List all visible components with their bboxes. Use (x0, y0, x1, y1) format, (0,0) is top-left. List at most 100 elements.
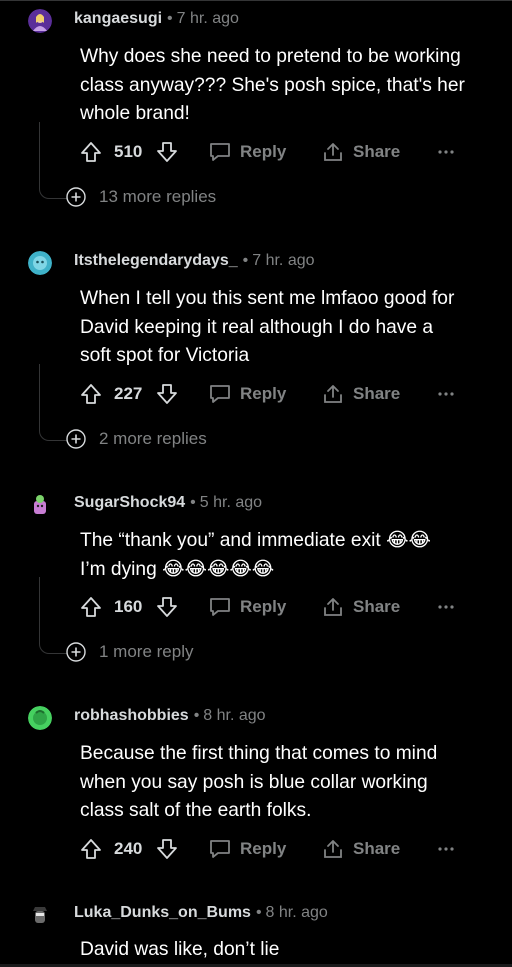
comment-actions: 510 Reply Share (80, 140, 480, 164)
downvote-button[interactable] (156, 595, 178, 619)
comment-body: David was like, don’t lie (80, 936, 480, 965)
upvote-button[interactable] (80, 382, 102, 406)
reply-button[interactable]: Reply (208, 382, 286, 406)
share-button[interactable]: Share (322, 595, 400, 619)
comment-body: Why does she need to pretend to be worki… (80, 43, 480, 129)
share-icon (324, 385, 342, 403)
body-line: Because the first thing that comes to mi… (80, 743, 438, 764)
share-icon (324, 143, 342, 161)
timestamp: 8 hr. ago (265, 904, 328, 921)
body-line: The “thank you” and immediate exit 😂😂 (80, 530, 431, 551)
upvote-icon (81, 597, 101, 617)
downvote-button[interactable] (156, 382, 178, 406)
share-label: Share (353, 384, 401, 403)
separator-dot: • (242, 252, 249, 269)
downvote-button[interactable] (156, 837, 178, 861)
share-button[interactable]: Share (322, 837, 400, 861)
body-line: class anyway??? She's posh spice, that's… (80, 74, 465, 96)
upvote-icon (81, 839, 101, 859)
share-icon (324, 840, 342, 858)
body-line: Why does she need to pretend to be worki… (80, 46, 461, 67)
upvote-icon (81, 142, 101, 162)
more-replies-button[interactable]: 1 more reply (66, 641, 193, 663)
body-line: I’m dying 😂😂😂😂😂 (80, 558, 275, 580)
share-label: Share (353, 839, 401, 858)
body-line: David was like, don’t lie (80, 939, 280, 960)
vote-score: 240 (114, 839, 143, 858)
more-replies-label: 1 more reply (99, 642, 194, 661)
separator-dot: • (167, 10, 173, 27)
thread-line[interactable] (39, 122, 68, 199)
more-replies-button[interactable]: 2 more replies (66, 428, 207, 450)
more-options-button[interactable] (438, 140, 454, 164)
username[interactable]: SugarShock94 (74, 494, 185, 511)
share-button[interactable]: Share (322, 382, 400, 406)
avatar[interactable] (28, 493, 52, 517)
username[interactable]: Luka_Dunks_on_Bums (74, 904, 251, 921)
upvote-button[interactable] (80, 837, 102, 861)
reply-button[interactable]: Reply (208, 595, 286, 619)
downvote-button[interactable] (156, 140, 178, 164)
timestamp: 7 hr. ago (176, 10, 239, 27)
downvote-icon (157, 384, 177, 404)
reply-button[interactable]: Reply (208, 837, 286, 861)
top-divider (0, 0, 512, 1)
avatar[interactable] (28, 9, 52, 33)
reply-button[interactable]: Reply (208, 140, 286, 164)
upvote-button[interactable] (80, 140, 102, 164)
timestamp: 7 hr. ago (252, 252, 315, 269)
expand-plus-icon (66, 429, 86, 449)
comment-body: The “thank you” and immediate exit 😂😂 I’… (80, 527, 480, 584)
more-replies-button[interactable]: 13 more replies (66, 186, 216, 208)
vote-score: 510 (114, 142, 143, 161)
more-replies-label: 2 more replies (99, 429, 207, 448)
avatar[interactable] (28, 902, 52, 926)
username[interactable]: Itsthelegendarydays_ (74, 252, 238, 269)
comment-meta: Luka_Dunks_on_Bums • 8 hr. ago (74, 904, 328, 922)
comment-actions: 240 Reply Share (80, 837, 480, 861)
body-line: whole brand! (80, 103, 190, 124)
comment-body: Because the first thing that comes to mi… (80, 740, 480, 826)
username[interactable]: kangaesugi (74, 10, 162, 27)
timestamp: 8 hr. ago (203, 707, 266, 724)
reply-icon (210, 598, 230, 616)
body-line: When I tell you this sent me lmfaoo good… (80, 288, 455, 309)
comment-actions: 227 Reply Share (80, 382, 480, 406)
timestamp: 5 hr. ago (199, 494, 263, 511)
more-options-button[interactable] (438, 837, 454, 861)
separator-dot: • (190, 494, 196, 511)
share-icon (324, 598, 342, 616)
reply-label: Reply (240, 384, 287, 403)
separator-dot: • (193, 707, 200, 724)
thread-line[interactable] (39, 364, 68, 441)
thread-line[interactable] (39, 577, 68, 654)
avatar[interactable] (28, 706, 52, 730)
comment-actions: 160 Reply Share (80, 595, 480, 619)
comment-meta: kangaesugi • 7 hr. ago (74, 10, 239, 28)
separator-dot: • (255, 904, 262, 921)
more-replies-label: 13 more replies (99, 187, 217, 206)
downvote-icon (157, 597, 177, 617)
more-options-icon (438, 847, 454, 851)
comment-body: When I tell you this sent me lmfaoo good… (80, 285, 480, 371)
vote-score: 227 (114, 384, 143, 403)
downvote-icon (157, 839, 177, 859)
body-line: class salt of the earth folks. (80, 800, 312, 821)
more-options-button[interactable] (438, 595, 454, 619)
reply-icon (210, 385, 230, 403)
more-options-icon (438, 150, 454, 154)
username[interactable]: robhashobbies (74, 707, 189, 724)
upvote-icon (81, 384, 101, 404)
share-button[interactable]: Share (322, 140, 400, 164)
comment-meta: robhashobbies • 8 hr. ago (74, 707, 266, 725)
downvote-icon (157, 142, 177, 162)
vote-score: 160 (114, 597, 143, 616)
reply-icon (210, 840, 230, 858)
avatar[interactable] (28, 251, 52, 275)
more-options-button[interactable] (438, 382, 454, 406)
share-label: Share (353, 142, 401, 161)
reply-label: Reply (240, 597, 287, 616)
upvote-button[interactable] (80, 595, 102, 619)
share-label: Share (353, 597, 401, 616)
expand-plus-icon (66, 642, 86, 662)
